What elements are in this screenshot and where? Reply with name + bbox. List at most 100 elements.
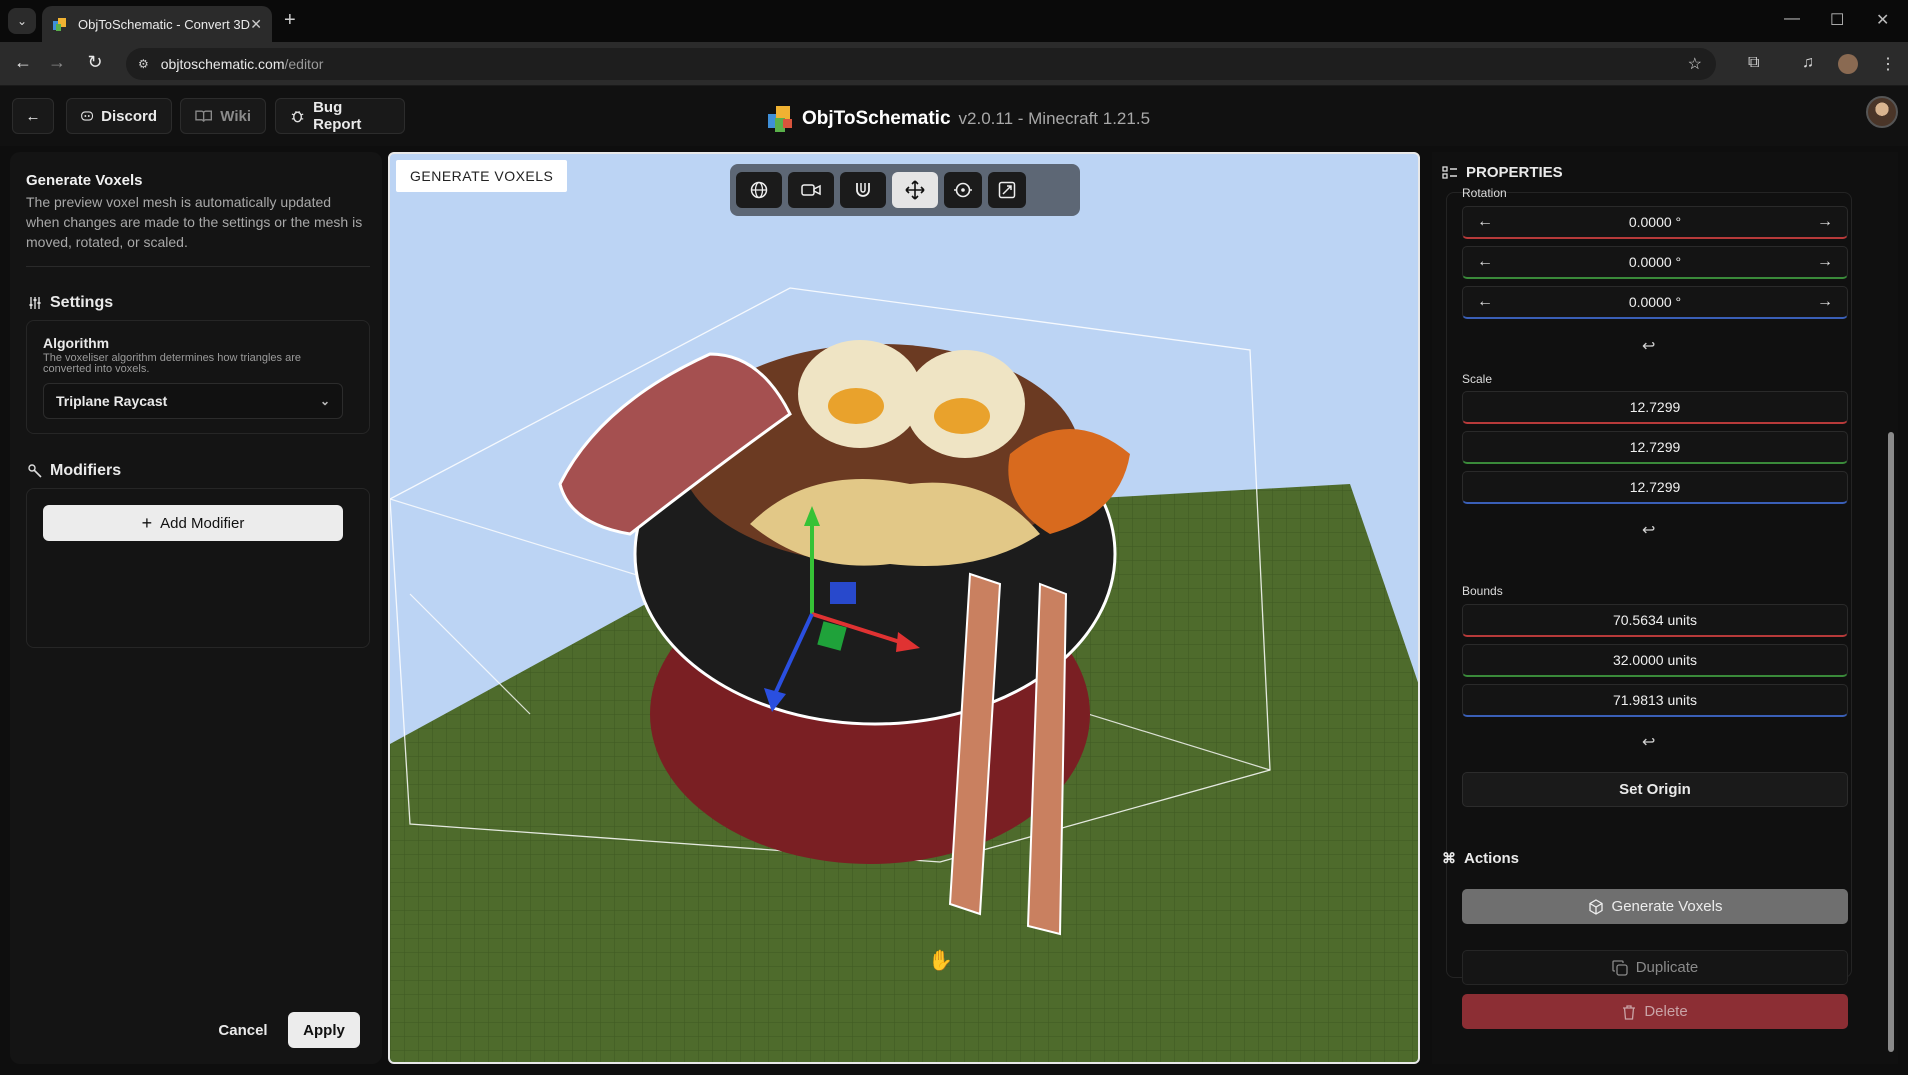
new-tab-button[interactable]: + xyxy=(284,9,296,32)
scale-label: Scale xyxy=(1462,372,1493,386)
add-modifier-label: Add Modifier xyxy=(160,514,245,532)
voxel-scene[interactable] xyxy=(390,154,1420,1064)
rotation-y-field[interactable]: ← 0.0000 ° → xyxy=(1462,246,1848,279)
rotate-tool-button[interactable] xyxy=(944,172,982,208)
scale-y-value: 12.7299 xyxy=(1629,439,1681,455)
rotation-z-field[interactable]: ← 0.0000 ° → xyxy=(1462,286,1848,319)
bounds-y-field: 32.0000 units xyxy=(1462,644,1848,677)
discord-button[interactable]: Discord xyxy=(66,98,172,134)
3d-viewport[interactable]: GENERATE VOXELS ✋ xyxy=(388,152,1420,1064)
close-tab-icon[interactable]: ✕ xyxy=(250,16,262,33)
media-controls-icon[interactable]: ♫ xyxy=(1802,54,1814,72)
bounds-x-value: 70.5634 units xyxy=(1612,612,1698,628)
tab-search-button[interactable]: ⌄ xyxy=(8,8,36,34)
address-bar[interactable]: ⚙ objtoschematic.com/editor ☆ xyxy=(126,48,1716,80)
forward-icon[interactable]: → xyxy=(44,52,70,73)
scale-y-field[interactable]: 12.7299 xyxy=(1462,431,1848,464)
back-button[interactable]: ← xyxy=(12,98,54,134)
settings-heading: Settings xyxy=(28,294,113,312)
bug-report-label: Bug Report xyxy=(313,99,362,133)
rotation-label: Rotation xyxy=(1462,186,1507,200)
wiki-button[interactable]: Wiki xyxy=(180,98,266,134)
wiki-label: Wiki xyxy=(220,107,251,125)
copy-icon xyxy=(1612,959,1628,976)
add-modifier-button[interactable]: + Add Modifier xyxy=(43,505,343,541)
scale-z-field[interactable]: 12.7299 xyxy=(1462,471,1848,504)
scale-x-value: 12.7299 xyxy=(1629,399,1681,415)
scrollbar-thumb[interactable] xyxy=(1888,432,1894,1052)
rotation-x-field[interactable]: ← 0.0000 ° → xyxy=(1462,206,1848,239)
url-host: objtoschematic.com xyxy=(160,56,285,72)
bug-report-button[interactable]: Bug Report xyxy=(275,98,405,134)
hand-cursor-icon: ✋ xyxy=(928,950,953,972)
tab-title: ObjToSchematic - Convert 3D m xyxy=(78,16,251,32)
bounds-y-value: 32.0000 units xyxy=(1612,652,1698,668)
trash-icon xyxy=(1623,1004,1636,1020)
arrow-right-icon[interactable]: → xyxy=(1817,253,1833,271)
user-avatar[interactable] xyxy=(1866,96,1898,128)
discord-label: Discord xyxy=(101,107,157,125)
browser-tab[interactable]: ObjToSchematic - Convert 3D m ✕ xyxy=(42,6,272,42)
app-version: v2.0.11 - Minecraft 1.21.5 xyxy=(958,109,1151,128)
duplicate-button[interactable]: Duplicate xyxy=(1462,950,1848,985)
discord-icon xyxy=(81,111,94,121)
modifiers-card: + Add Modifier xyxy=(26,488,370,648)
browser-tab-bar: ⌄ ObjToSchematic - Convert 3D m ✕ + — ☐ … xyxy=(0,0,1908,42)
set-origin-button[interactable]: Set Origin xyxy=(1462,772,1848,807)
reset-rotation-icon[interactable]: ↩ xyxy=(1642,336,1655,356)
move-tool-button[interactable] xyxy=(892,172,938,208)
arrow-right-icon[interactable]: → xyxy=(1817,213,1833,231)
magnet-tool-button[interactable] xyxy=(840,172,886,208)
arrow-left-icon: ← xyxy=(25,107,41,125)
generate-voxels-button[interactable]: Generate Voxels xyxy=(1462,889,1848,924)
settings-heading-label: Settings xyxy=(50,294,114,311)
bounds-x-field: 70.5634 units xyxy=(1462,604,1848,637)
properties-scrollbar[interactable] xyxy=(1886,152,1896,1064)
divider xyxy=(26,266,370,267)
apply-button[interactable]: Apply xyxy=(288,1012,360,1048)
extensions-icon[interactable]: ⧉ xyxy=(1748,54,1759,72)
modifiers-heading: Modifiers xyxy=(28,462,121,480)
app-brand: ObjToSchematic v2.0.11 - Minecraft 1.21.… xyxy=(766,104,1150,134)
camera-icon xyxy=(801,184,821,196)
wrench-icon xyxy=(28,464,42,478)
algorithm-label: Algorithm xyxy=(43,335,110,351)
bounds-label: Bounds xyxy=(1462,584,1503,598)
viewport-mode-label: GENERATE VOXELS xyxy=(396,160,568,192)
reset-bounds-icon[interactable]: ↩ xyxy=(1642,732,1655,752)
minimize-icon[interactable]: — xyxy=(1784,10,1800,28)
bookmark-star-icon[interactable]: ☆ xyxy=(1688,54,1702,74)
reload-icon[interactable]: ↻ xyxy=(82,52,108,73)
back-icon[interactable]: ← xyxy=(10,52,36,73)
magnet-icon xyxy=(856,183,870,197)
profile-avatar-icon[interactable] xyxy=(1838,54,1858,74)
close-window-icon[interactable]: ✕ xyxy=(1876,10,1889,30)
arrow-left-icon[interactable]: ← xyxy=(1477,213,1493,231)
rotate-icon xyxy=(954,182,972,198)
delete-button[interactable]: Delete xyxy=(1462,994,1848,1029)
app-name: ObjToSchematic xyxy=(802,108,951,129)
book-icon xyxy=(195,110,213,122)
scale-z-value: 12.7299 xyxy=(1629,479,1681,495)
cancel-label: Cancel xyxy=(218,1021,268,1039)
viewport-toolbar xyxy=(730,164,1080,216)
actions-heading-label: Actions xyxy=(1464,850,1520,867)
rotation-z-value: 0.0000 ° xyxy=(1628,294,1682,310)
cube-icon xyxy=(1588,898,1603,915)
globe-tool-button[interactable] xyxy=(736,172,782,208)
reset-scale-icon[interactable]: ↩ xyxy=(1642,520,1655,540)
site-info-icon[interactable]: ⚙ xyxy=(138,57,149,71)
arrow-left-icon[interactable]: ← xyxy=(1477,293,1493,311)
scale-tool-button[interactable] xyxy=(988,172,1026,208)
cancel-button[interactable]: Cancel xyxy=(204,1012,282,1048)
arrow-left-icon[interactable]: ← xyxy=(1477,253,1493,271)
browser-menu-icon[interactable]: ⋮ xyxy=(1880,54,1896,74)
camera-tool-button[interactable] xyxy=(788,172,834,208)
arrow-right-icon[interactable]: → xyxy=(1817,293,1833,311)
maximize-icon[interactable]: ☐ xyxy=(1830,10,1844,30)
properties-heading: PROPERTIES xyxy=(1442,164,1563,181)
algorithm-select[interactable]: Triplane Raycast ⌄ xyxy=(43,383,343,419)
scale-x-field[interactable]: 12.7299 xyxy=(1462,391,1848,424)
bounds-z-field: 71.9813 units xyxy=(1462,684,1848,717)
modifiers-heading-label: Modifiers xyxy=(50,462,122,479)
